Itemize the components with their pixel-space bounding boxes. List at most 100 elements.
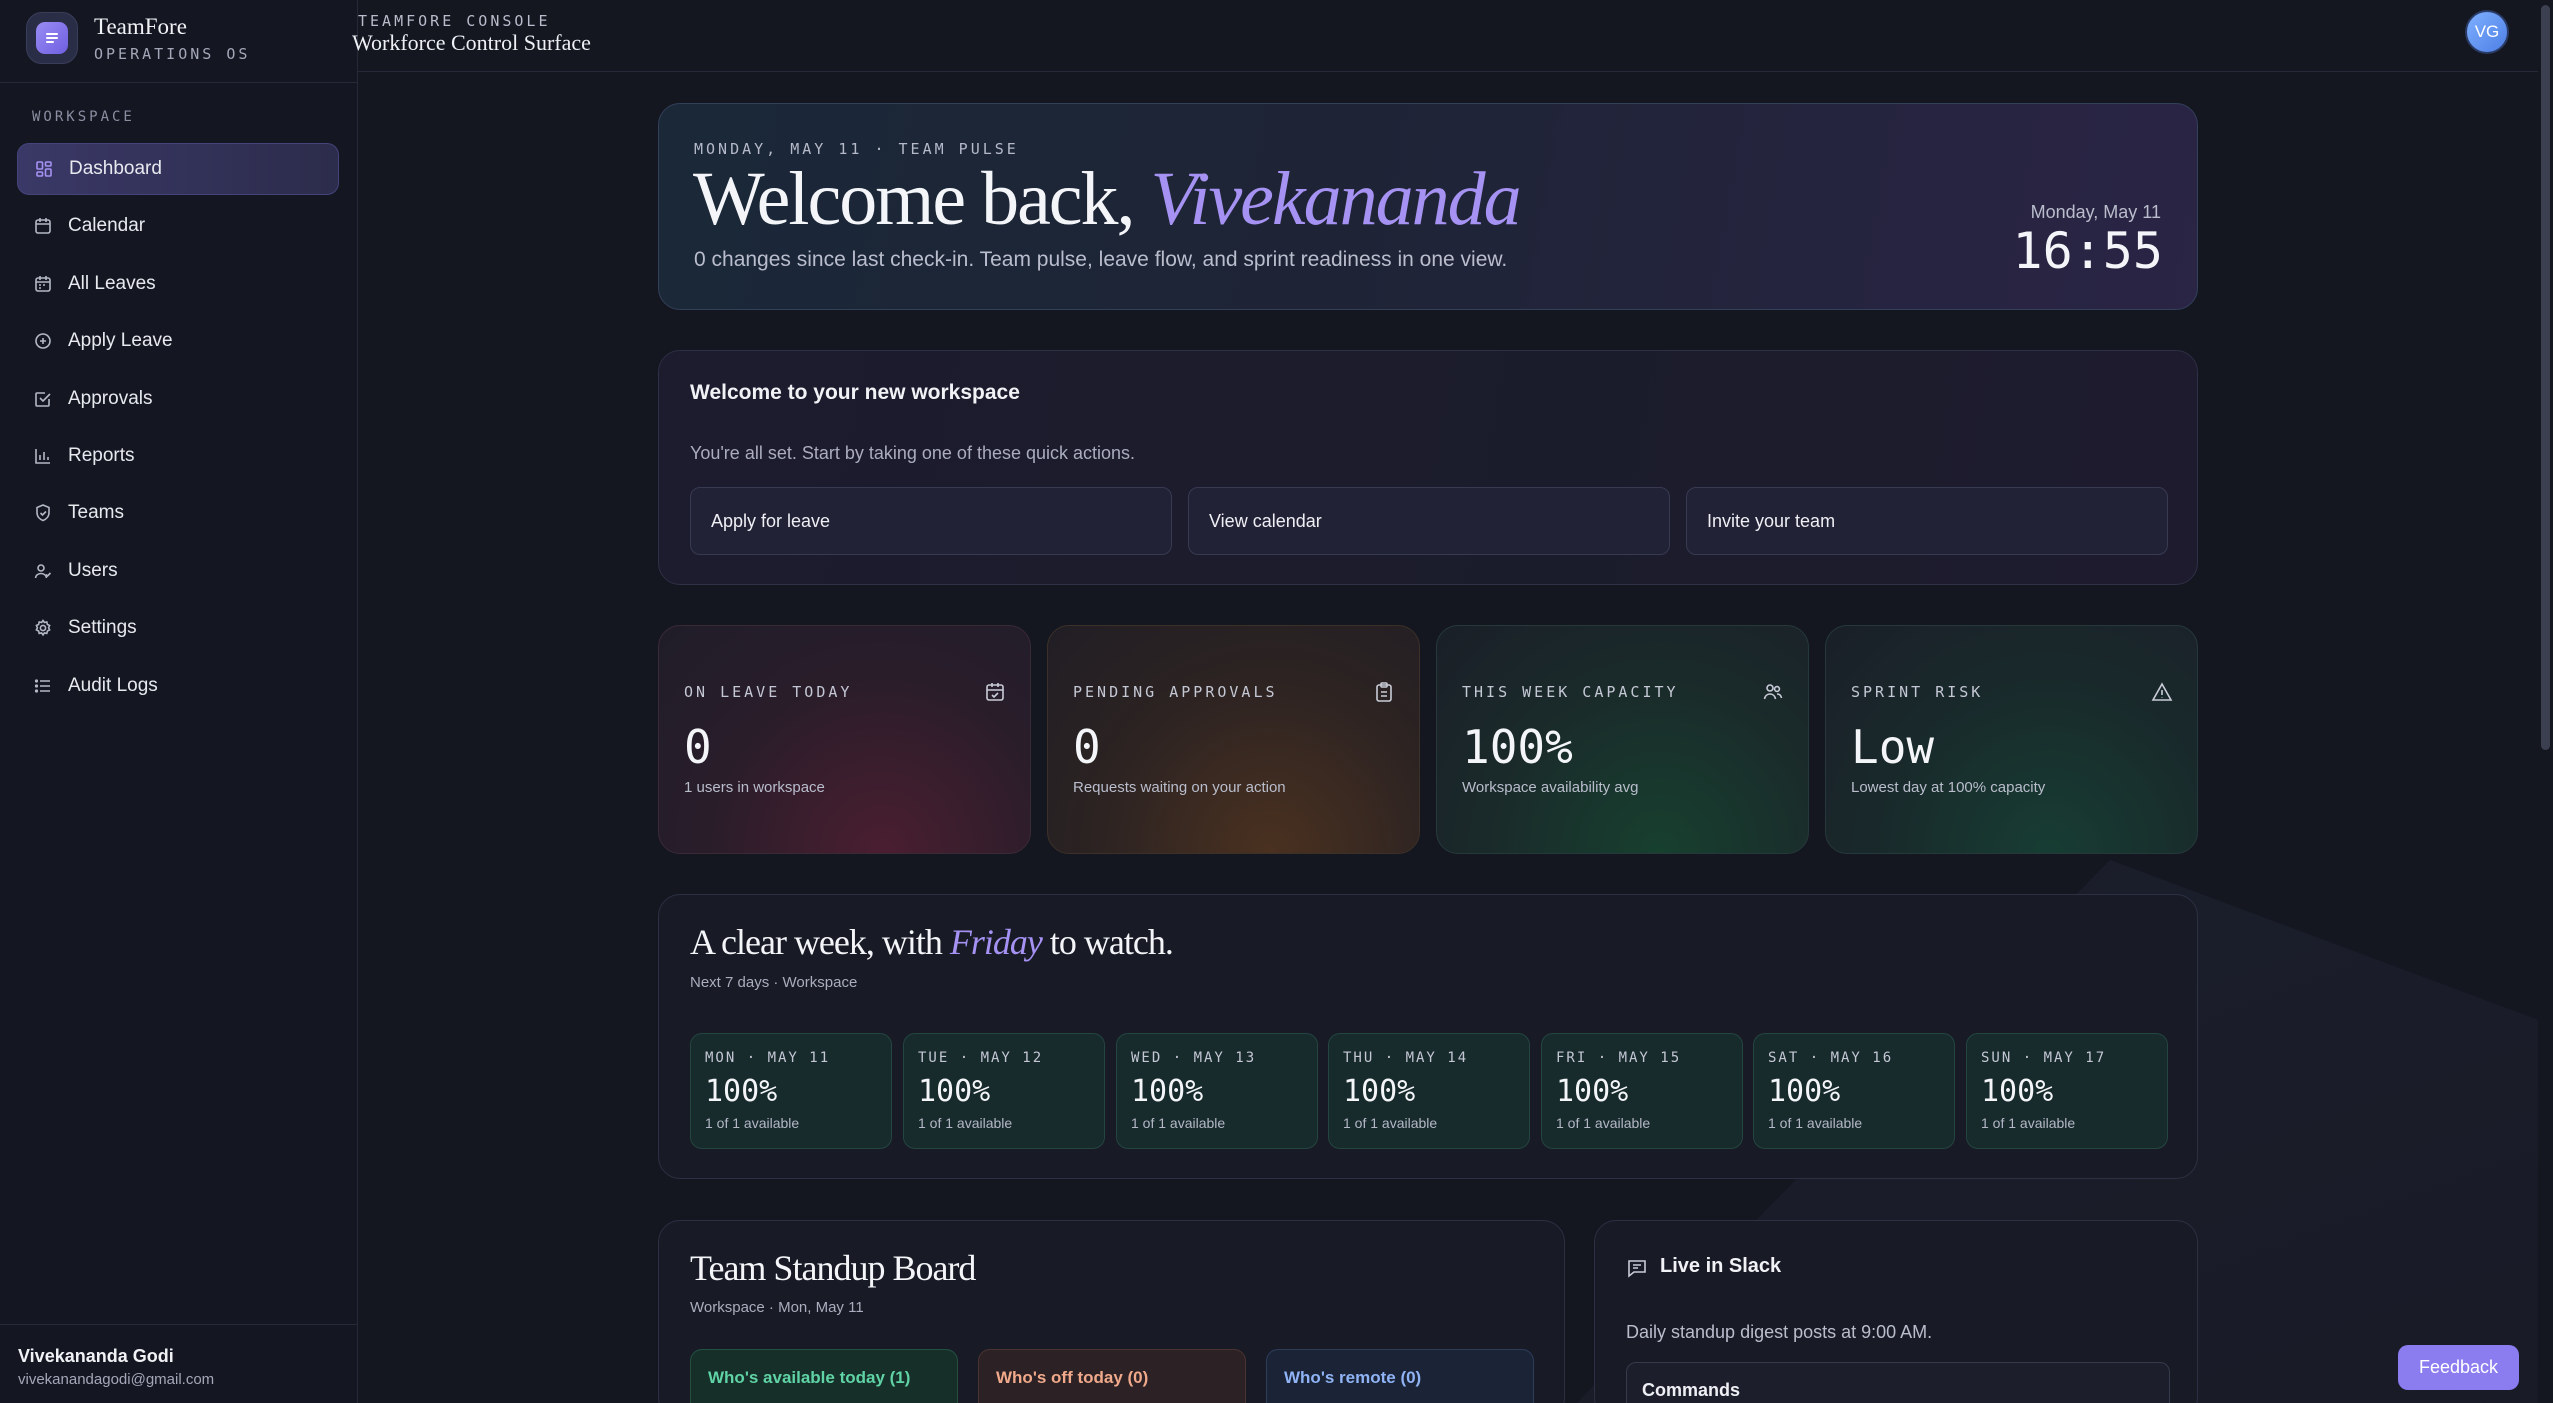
sidebar-item-label: Calendar — [68, 215, 146, 237]
week-forecast-card: A clear week, with Friday to watch. Next… — [658, 894, 2198, 1179]
welcome-title: Welcome to your new workspace — [690, 381, 1020, 404]
day-availability: 1 of 1 available — [705, 1115, 800, 1131]
tab-off-today[interactable]: Who's off today (0) — [978, 1349, 1246, 1403]
users-icon — [33, 561, 53, 581]
clipboard-icon — [1373, 681, 1395, 703]
standup-subtitle: Workspace · Mon, May 11 — [690, 1299, 864, 1316]
stat-sprint-risk: SPRINT RISK Low Lowest day at 100% capac… — [1825, 625, 2198, 854]
calendar-icon — [33, 216, 53, 236]
check-square-icon — [33, 389, 53, 409]
sidebar-item-label: Reports — [68, 444, 135, 466]
sidebar-item-label: Audit Logs — [68, 674, 158, 696]
tab-remote[interactable]: Who's remote (0) — [1266, 1349, 1534, 1403]
sidebar-item-approvals[interactable]: Approvals — [17, 373, 339, 425]
shield-icon — [33, 503, 53, 523]
sidebar-item-settings[interactable]: Settings — [17, 602, 339, 654]
day-card[interactable]: SAT · MAY 16 100% 1 of 1 available — [1753, 1033, 1955, 1149]
sidebar-item-reports[interactable]: Reports — [17, 430, 339, 482]
week-title-prefix: A clear week, with — [690, 922, 943, 962]
topbar: TEAMFORE CONSOLE Workforce Control Surfa… — [352, 0, 2553, 72]
sidebar-item-teams[interactable]: Teams — [17, 487, 339, 539]
invite-team-button[interactable]: Invite your team — [1686, 487, 2168, 555]
sidebar-item-label: Teams — [68, 502, 124, 524]
users-icon — [1762, 681, 1784, 703]
stat-subtitle: 1 users in workspace — [684, 779, 825, 796]
gear-icon — [33, 618, 53, 638]
stat-value: 0 — [1073, 720, 1101, 774]
hero-title-name: Vivekananda — [1150, 157, 1522, 241]
tab-available-today[interactable]: Who's available today (1) — [690, 1349, 958, 1403]
menu-icon — [36, 22, 68, 54]
message-icon — [1626, 1257, 1648, 1279]
sidebar-section-label: WORKSPACE — [32, 109, 135, 125]
stat-on-leave-today: ON LEAVE TODAY 0 1 users in workspace — [658, 625, 1031, 854]
day-percent: 100% — [1981, 1074, 2054, 1109]
sidebar-item-audit-logs[interactable]: Audit Logs — [17, 660, 339, 712]
hero-card: MONDAY, MAY 11 · TEAM PULSE Welcome back… — [658, 103, 2198, 310]
sidebar-item-all-leaves[interactable]: All Leaves — [17, 258, 339, 310]
day-label: THU · MAY 14 — [1343, 1050, 1469, 1066]
brand[interactable]: TeamFore OPERATIONS OS — [26, 12, 250, 64]
apply-for-leave-button[interactable]: Apply for leave — [690, 487, 1172, 555]
week-title-day: Friday — [949, 922, 1043, 962]
brand-name: TeamFore — [94, 13, 187, 39]
slack-title: Live in Slack — [1660, 1255, 1782, 1277]
week-subtitle: Next 7 days · Workspace — [690, 974, 858, 991]
sidebar-item-label: Dashboard — [69, 158, 162, 179]
slack-commands-panel[interactable]: Commands — [1626, 1362, 2170, 1403]
sidebar-item-calendar[interactable]: Calendar — [17, 200, 339, 252]
day-percent: 100% — [1343, 1074, 1416, 1109]
day-label: MON · MAY 11 — [705, 1050, 831, 1066]
standup-board-card: Team Standup Board Workspace · Mon, May … — [658, 1220, 1565, 1403]
stat-subtitle: Lowest day at 100% capacity — [1851, 779, 2046, 796]
sidebar-item-label: Settings — [68, 617, 137, 639]
list-icon — [33, 676, 53, 696]
sidebar-item-apply-leave[interactable]: Apply Leave — [17, 315, 339, 367]
day-percent: 100% — [918, 1074, 991, 1109]
sidebar-divider — [0, 1324, 358, 1325]
scrollbar-thumb[interactable] — [2541, 5, 2550, 750]
day-percent: 100% — [1131, 1074, 1204, 1109]
sidebar-item-label: Apply Leave — [68, 330, 173, 352]
day-availability: 1 of 1 available — [1343, 1115, 1438, 1131]
week-title-suffix: to watch. — [1049, 922, 1174, 962]
console-title: Workforce Control Surface — [352, 30, 591, 55]
day-card[interactable]: MON · MAY 11 100% 1 of 1 available — [690, 1033, 892, 1149]
day-label: FRI · MAY 15 — [1556, 1050, 1682, 1066]
day-label: SUN · MAY 17 — [1981, 1050, 2107, 1066]
day-label: WED · MAY 13 — [1131, 1050, 1257, 1066]
day-availability: 1 of 1 available — [1556, 1115, 1651, 1131]
dashboard-icon — [34, 159, 54, 179]
console-label: TEAMFORE CONSOLE — [358, 12, 551, 30]
sidebar-item-dashboard[interactable]: Dashboard — [17, 143, 339, 195]
stat-subtitle: Requests waiting on your action — [1073, 779, 1286, 796]
user-name[interactable]: Vivekananda Godi — [18, 1346, 174, 1367]
day-card[interactable]: FRI · MAY 15 100% 1 of 1 available — [1541, 1033, 1743, 1149]
sidebar-item-label: All Leaves — [68, 272, 156, 294]
avatar[interactable]: VG — [2465, 10, 2509, 54]
stat-value: Low — [1851, 720, 1935, 774]
day-percent: 100% — [1556, 1074, 1629, 1109]
day-card[interactable]: THU · MAY 14 100% 1 of 1 available — [1328, 1033, 1530, 1149]
sidebar-item-label: Approvals — [68, 387, 153, 409]
calendar-list-icon — [33, 274, 53, 294]
week-title: A clear week, with Friday to watch. — [690, 921, 1174, 963]
day-card[interactable]: SUN · MAY 17 100% 1 of 1 available — [1966, 1033, 2168, 1149]
feedback-button[interactable]: Feedback — [2398, 1345, 2519, 1390]
view-calendar-button[interactable]: View calendar — [1188, 487, 1670, 555]
sidebar-item-users[interactable]: Users — [17, 545, 339, 597]
stat-pending-approvals: PENDING APPROVALS 0 Requests waiting on … — [1047, 625, 1420, 854]
sidebar-nav: Dashboard Calendar All Leaves Apply Leav… — [17, 143, 339, 717]
day-availability: 1 of 1 available — [1981, 1115, 2076, 1131]
live-in-slack-card: Live in Slack Daily standup digest posts… — [1594, 1220, 2198, 1403]
day-label: TUE · MAY 12 — [918, 1050, 1044, 1066]
day-card[interactable]: TUE · MAY 12 100% 1 of 1 available — [903, 1033, 1105, 1149]
hero-clock: 16:55 — [2012, 222, 2163, 280]
brand-logo — [26, 12, 78, 64]
stat-value: 0 — [684, 720, 712, 774]
day-card[interactable]: WED · MAY 13 100% 1 of 1 available — [1116, 1033, 1318, 1149]
day-availability: 1 of 1 available — [1768, 1115, 1863, 1131]
calendar-check-icon — [984, 681, 1006, 703]
sidebar: TeamFore OPERATIONS OS WORKSPACE Dashboa… — [0, 0, 358, 1403]
stat-value: 100% — [1462, 720, 1573, 774]
